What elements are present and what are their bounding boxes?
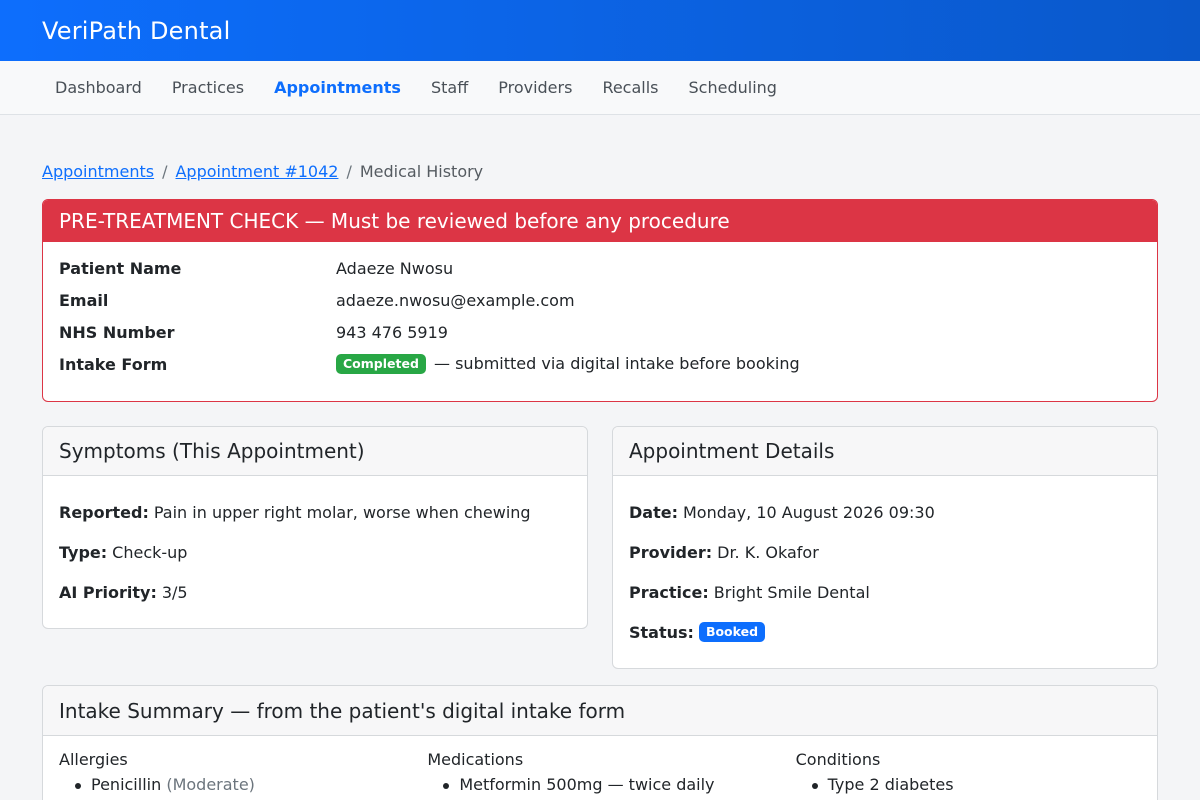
allergies-title: Allergies: [59, 750, 128, 769]
medication-item: Metformin 500mg — twice daily: [427, 775, 795, 794]
pretreatment-check-card: PRE-TREATMENT CHECK — Must be reviewed b…: [42, 199, 1158, 402]
reported-field: Reported: Pain in upper right molar, wor…: [59, 492, 571, 532]
type-label: Type:: [59, 542, 108, 562]
nhs-number-label: NHS Number: [59, 322, 175, 342]
pretreatment-check-title: PRE-TREATMENT CHECK — Must be reviewed b…: [43, 200, 1157, 242]
medications-column: Medications Metformin 500mg — twice dail…: [427, 750, 795, 794]
intake-status-badge: Completed: [336, 354, 426, 375]
nhs-number-value: 943 476 5919: [336, 322, 448, 342]
main-nav: Dashboard Practices Appointments Staff P…: [0, 61, 1200, 115]
patient-name-value: Adaeze Nwosu: [336, 258, 454, 278]
date-label: Date:: [629, 502, 678, 522]
breadcrumb: Appointments / Appointment #1042 / Medic…: [42, 159, 1158, 183]
conditions-title: Conditions: [795, 750, 881, 769]
status-label: Status:: [629, 622, 694, 642]
intake-summary-title: Intake Summary — from the patient's digi…: [43, 686, 1157, 736]
nhs-number-row: NHS Number 943 476 5919: [43, 316, 1157, 348]
patient-name-label: Patient Name: [59, 258, 182, 278]
provider-field: Provider: Dr. K. Okafor: [629, 532, 1141, 572]
intake-note: — submitted via digital intake before bo…: [434, 353, 800, 373]
main-content: Appointments / Appointment #1042 / Medic…: [42, 115, 1158, 402]
breadcrumb-separator: /: [162, 161, 168, 181]
medications-title: Medications: [427, 750, 524, 769]
date-value: Monday, 10 August 2026 09:30: [682, 502, 935, 522]
symptoms-card: Symptoms (This Appointment) Reported: Pa…: [42, 426, 588, 629]
type-value: Check-up: [112, 542, 188, 562]
condition-item: Type 2 diabetes: [796, 775, 1141, 794]
status-badge: Booked: [698, 622, 766, 642]
status-field: Status: Booked: [629, 612, 1141, 652]
email-row: Email adaeze.nwosu@example.com: [43, 284, 1157, 316]
breadcrumb-appointment-link[interactable]: Appointment #1042: [175, 162, 338, 181]
intake-form-row: Intake Form Completed — submitted via di…: [43, 348, 1157, 380]
nav-staff[interactable]: Staff: [416, 78, 483, 97]
provider-label: Provider:: [629, 542, 713, 562]
breadcrumb-current: Medical History: [359, 161, 484, 181]
nav-dashboard[interactable]: Dashboard: [40, 78, 157, 97]
type-field: Type: Check-up: [59, 532, 571, 572]
nav-scheduling[interactable]: Scheduling: [674, 78, 792, 97]
intake-form-label: Intake Form: [59, 354, 168, 374]
appointment-details-card: Appointment Details Date: Monday, 10 Aug…: [612, 426, 1158, 669]
reported-label: Reported:: [59, 502, 149, 522]
breadcrumb-separator: /: [346, 161, 352, 181]
intake-summary-card: Intake Summary — from the patient's digi…: [42, 685, 1158, 800]
allergy-item: Penicillin (Moderate): [59, 775, 427, 794]
patient-name-row: Patient Name Adaeze Nwosu: [43, 252, 1157, 284]
allergies-column: Allergies Penicillin (Moderate): [59, 750, 427, 794]
practice-label: Practice:: [629, 582, 709, 602]
symptoms-card-title: Symptoms (This Appointment): [43, 427, 587, 476]
nav-recalls[interactable]: Recalls: [587, 78, 673, 97]
practice-field: Practice: Bright Smile Dental: [629, 572, 1141, 612]
date-field: Date: Monday, 10 August 2026 09:30: [629, 492, 1141, 532]
email-value: adaeze.nwosu@example.com: [336, 290, 575, 310]
nav-practices[interactable]: Practices: [157, 78, 259, 97]
email-label: Email: [59, 290, 109, 310]
ai-priority-value: 3/5: [161, 582, 188, 602]
nav-appointments[interactable]: Appointments: [259, 78, 416, 97]
reported-value: Pain in upper right molar, worse when ch…: [153, 502, 531, 522]
breadcrumb-appointments-link[interactable]: Appointments: [42, 162, 154, 181]
nav-providers[interactable]: Providers: [483, 78, 587, 97]
appointment-details-title: Appointment Details: [613, 427, 1157, 476]
allergy-severity: (Moderate): [166, 775, 255, 794]
app-header: VeriPath Dental: [0, 0, 1200, 61]
ai-priority-label: AI Priority:: [59, 582, 157, 602]
ai-priority-field: AI Priority: 3/5: [59, 572, 571, 612]
provider-value: Dr. K. Okafor: [717, 542, 819, 562]
brand-logo[interactable]: VeriPath Dental: [42, 17, 230, 45]
conditions-column: Conditions Type 2 diabetes: [796, 750, 1141, 794]
practice-value: Bright Smile Dental: [713, 582, 870, 602]
allergy-name: Penicillin: [91, 775, 162, 794]
